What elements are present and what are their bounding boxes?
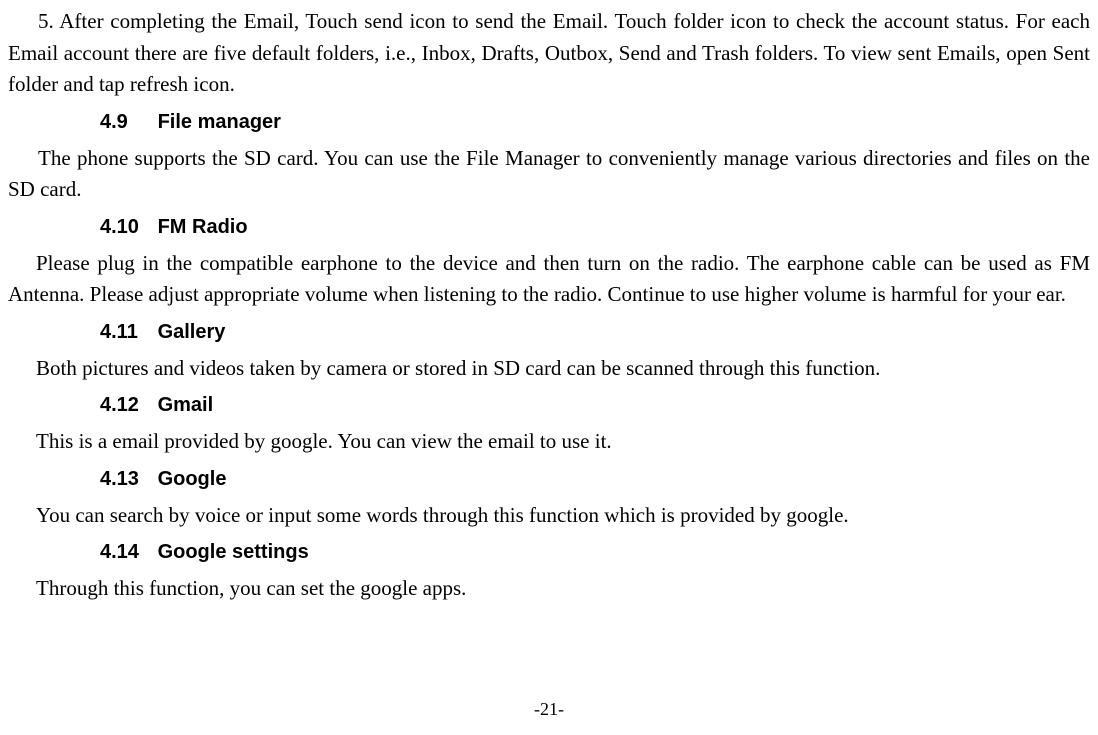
heading-number: 4.12	[100, 390, 152, 420]
paragraph-item-5: 5. After completing the Email, Touch sen…	[8, 6, 1090, 101]
heading-4-14: 4.14 Google settings	[100, 537, 1090, 567]
heading-title: FM Radio	[158, 216, 248, 238]
heading-title: Gallery	[158, 321, 226, 343]
heading-4-13: 4.13 Google	[100, 464, 1090, 494]
heading-number: 4.13	[100, 464, 152, 494]
heading-number: 4.11	[100, 317, 152, 347]
heading-title: File manager	[158, 111, 281, 133]
heading-number: 4.14	[100, 537, 152, 567]
body-4-14: Through this function, you can set the g…	[36, 573, 1090, 605]
heading-number: 4.10	[100, 212, 152, 242]
heading-4-11: 4.11 Gallery	[100, 317, 1090, 347]
page-number: -21-	[0, 696, 1098, 723]
heading-4-9: 4.9 File manager	[100, 107, 1090, 137]
body-4-9: The phone supports the SD card. You can …	[8, 143, 1090, 206]
heading-title: Gmail	[158, 394, 214, 416]
body-4-10: Please plug in the compatible earphone t…	[8, 248, 1090, 311]
heading-title: Google settings	[158, 541, 309, 563]
heading-4-10: 4.10 FM Radio	[100, 212, 1090, 242]
body-4-11: Both pictures and videos taken by camera…	[36, 353, 1090, 385]
heading-number: 4.9	[100, 107, 152, 137]
heading-title: Google	[158, 468, 227, 490]
body-4-13: You can search by voice or input some wo…	[36, 500, 1090, 532]
body-4-12: This is a email provided by google. You …	[36, 426, 1090, 458]
heading-4-12: 4.12 Gmail	[100, 390, 1090, 420]
